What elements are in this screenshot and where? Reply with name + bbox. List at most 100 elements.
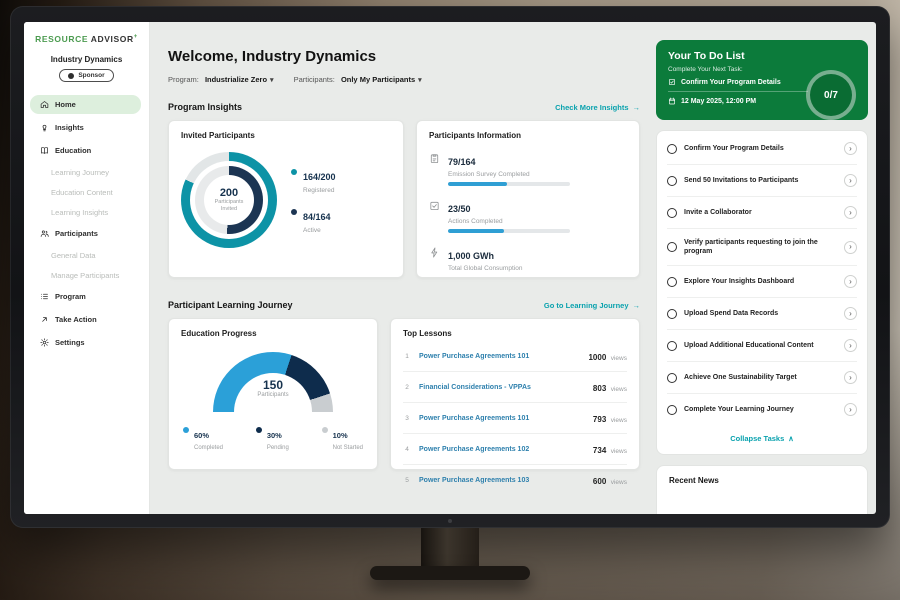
chevron-right-icon[interactable]: › bbox=[844, 174, 857, 187]
lesson-rank: 4 bbox=[403, 446, 411, 453]
lesson-views-label: views bbox=[611, 479, 627, 486]
lesson-views-value: 600 bbox=[593, 477, 606, 486]
sidebar-item-learning-journey[interactable]: Learning Journey bbox=[24, 164, 149, 181]
sidebar-item-home[interactable]: Home bbox=[30, 95, 141, 114]
learning-cards-row: Education Progress 150 Participants bbox=[168, 318, 640, 470]
check-square-icon bbox=[668, 78, 676, 86]
task-label: Invite a Collaborator bbox=[684, 208, 837, 217]
task-checkbox[interactable] bbox=[667, 277, 677, 287]
sidebar-nav: Home Insights Education Learning Journey… bbox=[24, 95, 149, 352]
lesson-link[interactable]: Power Purchase Agreements 103 bbox=[419, 477, 585, 484]
sidebar-item-education-content[interactable]: Education Content bbox=[24, 184, 149, 201]
check-more-insights-link[interactable]: Check More Insights → bbox=[555, 103, 640, 112]
task-checkbox[interactable] bbox=[667, 176, 677, 186]
sidebar-item-settings[interactable]: Settings bbox=[30, 333, 141, 352]
sidebar-item-label: Insights bbox=[55, 123, 84, 132]
go-to-learning-journey-link[interactable]: Go to Learning Journey → bbox=[544, 301, 640, 310]
program-select[interactable]: Industrialize Zero ▾ bbox=[205, 75, 274, 84]
legend-dot bbox=[291, 169, 297, 175]
legend-label: Active bbox=[303, 227, 331, 234]
sponsor-badge-label: Sponsor bbox=[78, 72, 104, 79]
list-icon bbox=[40, 292, 49, 301]
lesson-views-value: 734 bbox=[593, 446, 606, 455]
lesson-row-4: 4 Power Purchase Agreements 102 734 view… bbox=[403, 434, 627, 465]
bolt-icon bbox=[429, 247, 440, 258]
legend-dot bbox=[183, 427, 189, 433]
page-title: Welcome, Industry Dynamics bbox=[168, 48, 640, 65]
legend-dot bbox=[322, 427, 328, 433]
monitor-stand-neck bbox=[421, 528, 479, 570]
todo-next-task[interactable]: Confirm Your Program Details bbox=[668, 73, 808, 91]
donut-center-label: Participants Invited bbox=[209, 199, 249, 212]
legend-label: Pending bbox=[267, 445, 289, 451]
task-checkbox[interactable] bbox=[667, 405, 677, 415]
participants-select-value: Only My Participants bbox=[341, 75, 415, 84]
check-square-icon bbox=[429, 200, 440, 211]
task-label: Complete Your Learning Journey bbox=[684, 405, 837, 414]
sidebar-item-manage-participants[interactable]: Manage Participants bbox=[24, 267, 149, 284]
logo-plus: + bbox=[134, 34, 138, 40]
task-row-2[interactable]: Send 50 Invitations to Participants › bbox=[667, 165, 857, 197]
chevron-right-icon[interactable]: › bbox=[844, 241, 857, 254]
lesson-link[interactable]: Power Purchase Agreements 102 bbox=[419, 446, 585, 453]
task-checkbox[interactable] bbox=[667, 309, 677, 319]
legend-dot bbox=[291, 209, 297, 215]
sidebar-item-learning-insights[interactable]: Learning Insights bbox=[24, 204, 149, 221]
todo-due-label: 12 May 2025, 12:00 PM bbox=[681, 98, 756, 105]
task-row-5[interactable]: Explore Your Insights Dashboard › bbox=[667, 266, 857, 298]
participants-select[interactable]: Only My Participants ▾ bbox=[341, 75, 422, 84]
chevron-right-icon[interactable]: › bbox=[844, 206, 857, 219]
task-row-6[interactable]: Upload Spend Data Records › bbox=[667, 298, 857, 330]
sidebar-item-take-action[interactable]: Take Action bbox=[30, 310, 141, 329]
sidebar-item-participants[interactable]: Participants bbox=[30, 224, 141, 243]
todo-due-date: 12 May 2025, 12:00 PM bbox=[668, 92, 808, 110]
task-checkbox[interactable] bbox=[667, 373, 677, 383]
task-checkbox[interactable] bbox=[667, 144, 677, 154]
task-checkbox[interactable] bbox=[667, 242, 677, 252]
task-row-3[interactable]: Invite a Collaborator › bbox=[667, 197, 857, 229]
program-insights-header: Program Insights Check More Insights → bbox=[168, 102, 640, 112]
sidebar-item-general-data[interactable]: General Data bbox=[24, 247, 149, 264]
task-checkbox[interactable] bbox=[667, 341, 677, 351]
task-row-1[interactable]: Confirm Your Program Details › bbox=[667, 133, 857, 165]
lesson-link[interactable]: Power Purchase Agreements 101 bbox=[419, 415, 585, 422]
chevron-right-icon[interactable]: › bbox=[844, 403, 857, 416]
chevron-right-icon[interactable]: › bbox=[844, 275, 857, 288]
sidebar-item-label: Learning Journey bbox=[51, 168, 109, 177]
sidebar-item-education[interactable]: Education bbox=[30, 141, 141, 160]
program-select-value: Industrialize Zero bbox=[205, 75, 267, 84]
lesson-link[interactable]: Financial Considerations - VPPAs bbox=[419, 384, 585, 391]
gear-icon bbox=[40, 338, 49, 347]
arrow-right-icon: → bbox=[633, 103, 641, 112]
chevron-right-icon[interactable]: › bbox=[844, 371, 857, 384]
task-label: Achieve One Sustainability Target bbox=[684, 373, 837, 382]
task-row-9[interactable]: Complete Your Learning Journey › bbox=[667, 394, 857, 425]
lesson-link[interactable]: Power Purchase Agreements 101 bbox=[419, 353, 580, 360]
lesson-rank: 5 bbox=[403, 477, 411, 484]
legend-not-started: 10% Not Started bbox=[322, 425, 363, 451]
link-label: Go to Learning Journey bbox=[544, 301, 629, 310]
legend-value: 60% bbox=[194, 431, 209, 440]
task-label: Explore Your Insights Dashboard bbox=[684, 277, 837, 286]
task-row-8[interactable]: Achieve One Sustainability Target › bbox=[667, 362, 857, 394]
sidebar-item-insights[interactable]: Insights bbox=[30, 118, 141, 137]
lesson-row-2: 2 Financial Considerations - VPPAs 803 v… bbox=[403, 372, 627, 403]
chevron-right-icon[interactable]: › bbox=[844, 307, 857, 320]
legend-value: 30% bbox=[267, 431, 282, 440]
education-progress-card: Education Progress 150 Participants bbox=[168, 318, 378, 470]
chevron-right-icon[interactable]: › bbox=[844, 142, 857, 155]
lesson-views-value: 803 bbox=[593, 384, 606, 393]
progress-bar-fill bbox=[448, 182, 507, 186]
chevron-down-icon: ▾ bbox=[418, 76, 422, 84]
sidebar-item-program[interactable]: Program bbox=[30, 287, 141, 306]
collapse-tasks-button[interactable]: Collapse Tasks ∧ bbox=[667, 425, 857, 452]
lesson-views-value: 793 bbox=[593, 415, 606, 424]
legend-value: 164/200 bbox=[303, 172, 336, 182]
task-row-7[interactable]: Upload Additional Educational Content › bbox=[667, 330, 857, 362]
task-row-4[interactable]: Verify participants requesting to join t… bbox=[667, 229, 857, 266]
task-label: Upload Spend Data Records bbox=[684, 309, 837, 318]
sidebar-item-label: Settings bbox=[55, 338, 85, 347]
chevron-right-icon[interactable]: › bbox=[844, 339, 857, 352]
task-checkbox[interactable] bbox=[667, 208, 677, 218]
consumption-row: 1,000 GWh Total Global Consumption bbox=[429, 246, 627, 272]
